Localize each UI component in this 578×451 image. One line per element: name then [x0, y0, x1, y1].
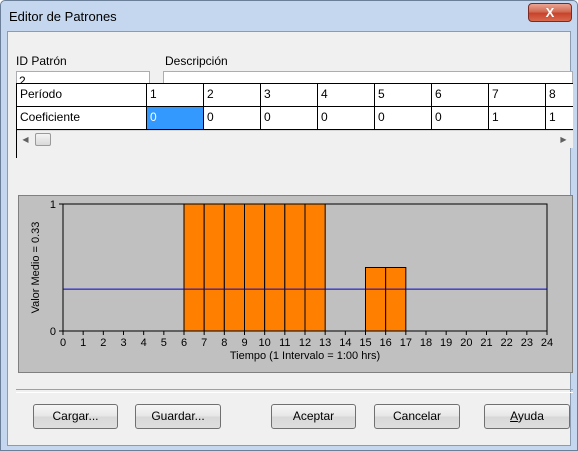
coefficient-cell-6[interactable]: 0	[432, 107, 489, 130]
x-tick-label: 7	[201, 337, 207, 349]
description-label: Descripción	[165, 54, 228, 68]
chevron-right-icon[interactable]: ▶	[555, 131, 572, 148]
coefficient-cell-7[interactable]: 1	[489, 107, 546, 130]
x-tick-label: 14	[339, 337, 351, 349]
title-bar[interactable]: Editor de Patrones X	[1, 1, 577, 33]
x-tick-label: 13	[319, 337, 331, 349]
x-tick-label: 10	[259, 337, 271, 349]
x-tick-label: 21	[480, 337, 492, 349]
save-button[interactable]: Guardar...	[135, 404, 221, 429]
bar-16	[385, 267, 407, 332]
scrollbar-thumb[interactable]	[35, 133, 51, 146]
row-header-period: Período	[17, 84, 147, 107]
load-button[interactable]: Cargar...	[33, 404, 118, 429]
x-tick-label: 23	[521, 337, 533, 349]
window-title: Editor de Patrones	[9, 9, 117, 24]
horizontal-scrollbar[interactable]: ◀ ▶	[17, 130, 573, 148]
bar-6	[183, 203, 205, 332]
coefficient-cell-1[interactable]: 0	[147, 107, 204, 130]
period-header-6: 6	[432, 84, 489, 107]
x-tick-label: 24	[541, 337, 553, 349]
bar-9	[244, 203, 266, 332]
x-tick-label: 0	[60, 337, 66, 349]
row-header-coefficient: Coeficiente	[17, 107, 147, 130]
close-button[interactable]: X	[528, 3, 572, 22]
x-tick-label: 11	[279, 337, 290, 349]
period-header-1: 1	[147, 84, 204, 107]
coefficient-cell-3[interactable]: 0	[261, 107, 318, 130]
x-tick-label: 15	[359, 337, 371, 349]
x-axis-label: Tiempo (1 Intervalo = 1:00 hrs)	[230, 350, 380, 362]
bar-7	[203, 203, 225, 332]
period-header-2: 2	[204, 84, 261, 107]
coefficient-cell-4[interactable]: 0	[318, 107, 375, 130]
x-tick-label: 5	[161, 337, 167, 349]
coefficient-cell-5[interactable]: 0	[375, 107, 432, 130]
help-button[interactable]: Ayuda	[484, 404, 570, 429]
x-tick-label: 2	[100, 337, 106, 349]
x-tick-label: 1	[80, 337, 86, 349]
x-tick-label: 9	[241, 337, 247, 349]
coefficient-cell-8[interactable]: 1	[546, 107, 573, 130]
period-header-8: 8	[546, 84, 573, 107]
close-icon: X	[545, 5, 555, 20]
x-tick-label: 16	[380, 337, 392, 349]
help-label: Ayuda	[510, 409, 544, 423]
bar-10	[264, 203, 286, 332]
x-tick-label: 12	[299, 337, 311, 349]
x-tick-label: 22	[501, 337, 513, 349]
bar-15	[365, 267, 387, 332]
chart-svg: 0 1 2 3 4 5 6 7 8 9 10 11 12 13 14 15 16 17 18 19 20 21 22 23 24…	[30, 199, 553, 362]
x-tick-label: 8	[221, 337, 227, 349]
bar-8	[223, 203, 245, 332]
chevron-left-icon[interactable]: ◀	[17, 131, 34, 148]
pattern-chart: 0 1 2 3 4 5 6 7 8 9 10 11 12 13 14 15 16 17 18 19 20 21 22 23 24…	[18, 195, 573, 373]
x-tick-label: 17	[400, 337, 412, 349]
cancel-button[interactable]: Cancelar	[374, 404, 460, 429]
button-separator	[16, 389, 573, 393]
dialog-window: Editor de Patrones X ID Patrón 2 Descrip…	[0, 0, 578, 451]
x-tick-label: 4	[141, 337, 147, 349]
coefficient-cell-2[interactable]: 0	[204, 107, 261, 130]
bar-12	[304, 203, 326, 332]
bar-11	[284, 203, 306, 332]
y-tick-label: 0	[50, 326, 56, 338]
x-tick-label: 19	[440, 337, 452, 349]
period-header-3: 3	[261, 84, 318, 107]
y-axis-label: Valor Medio = 0.33	[30, 222, 42, 314]
coefficient-grid: Período Coeficiente 1 2 3 4 5 6 7 8 0 0 0 0 0 0 1 1 ◀ ▶	[16, 83, 573, 158]
x-tick-label: 20	[460, 337, 472, 349]
ok-button[interactable]: Aceptar	[271, 404, 356, 429]
id-label: ID Patrón	[16, 54, 67, 68]
x-tick-label: 18	[420, 337, 432, 349]
x-tick-label: 6	[181, 337, 187, 349]
period-header-7: 7	[489, 84, 546, 107]
x-tick-label: 3	[120, 337, 126, 349]
period-header-4: 4	[318, 84, 375, 107]
y-tick-label: 1	[50, 199, 56, 211]
period-header-5: 5	[375, 84, 432, 107]
